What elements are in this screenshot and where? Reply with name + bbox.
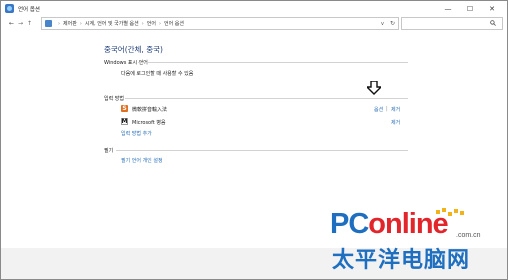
down-arrow-icon: [367, 81, 381, 95]
handwriting-settings-link[interactable]: 필기 언어 개인 설정: [121, 157, 163, 164]
address-bar[interactable]: › 제어판 › 시계, 언어 및 국가별 옵션 › 언어 › 언어 옵션 v ↻: [41, 17, 399, 30]
navigation-bar: ← → ↑ › 제어판 › 시계, 언어 및 국가별 옵션 › 언어 › 언어 …: [1, 16, 507, 30]
breadcrumb-separator: ›: [158, 20, 161, 27]
handwriting-label: 필기: [104, 148, 114, 154]
up-button[interactable]: ↑: [25, 20, 34, 27]
search-icon: [490, 19, 496, 28]
back-button[interactable]: ←: [7, 20, 16, 27]
display-language-status: 다음에 로그인할 때 사용할 수 있음: [121, 71, 194, 77]
section-divider: [116, 150, 408, 151]
maximize-button[interactable]: ☐: [459, 1, 481, 16]
breadcrumb-clock-language-region[interactable]: 시계, 언어 및 국가별 옵션: [85, 20, 139, 27]
ime-icon: S: [121, 105, 128, 112]
link-separator: |: [386, 106, 388, 112]
breadcrumb-language[interactable]: 언어: [147, 20, 156, 27]
pconline-watermark: PConline .com.cn 太平洋电脑网: [330, 208, 505, 274]
refresh-button[interactable]: ↻: [390, 20, 395, 27]
breadcrumb-language-options[interactable]: 언어 옵션: [164, 20, 184, 27]
watermark-domain: .com.cn: [456, 232, 481, 239]
watermark-chinese-name: 太平洋电脑网: [332, 248, 471, 273]
breadcrumb-separator: ›: [79, 20, 82, 27]
remove-link[interactable]: 제거: [391, 119, 400, 126]
section-divider: [138, 62, 408, 63]
input-method-name: 微軟拼音輸入法: [132, 107, 168, 113]
breadcrumb-separator: ›: [58, 20, 60, 27]
add-input-method-link[interactable]: 입력 방법 추가: [121, 130, 152, 137]
section-divider: [125, 98, 408, 99]
search-input[interactable]: [401, 17, 503, 30]
input-method-label: 입력 방법: [104, 96, 124, 102]
address-dropdown-button[interactable]: v: [381, 21, 384, 27]
input-method-name: Microsoft 병음: [132, 120, 166, 126]
close-button[interactable]: ✕: [481, 1, 503, 16]
microsoft-icon: M: [121, 118, 128, 125]
breadcrumb-separator: ›: [141, 20, 144, 27]
control-panel-icon: [45, 20, 52, 27]
breadcrumb-control-panel[interactable]: 제어판: [63, 20, 77, 27]
language-options-icon: [5, 4, 14, 13]
page-title: 중국어(간체, 중국): [104, 45, 163, 54]
forward-button[interactable]: →: [16, 20, 25, 27]
remove-link[interactable]: 제거: [391, 106, 400, 113]
watermark-brand: PConline: [330, 208, 449, 240]
options-link[interactable]: 옵션: [374, 106, 383, 113]
title-bar: 언어 옵션 — ☐ ✕: [1, 1, 507, 16]
minimize-button[interactable]: —: [437, 1, 459, 16]
window-title: 언어 옵션: [18, 6, 40, 13]
